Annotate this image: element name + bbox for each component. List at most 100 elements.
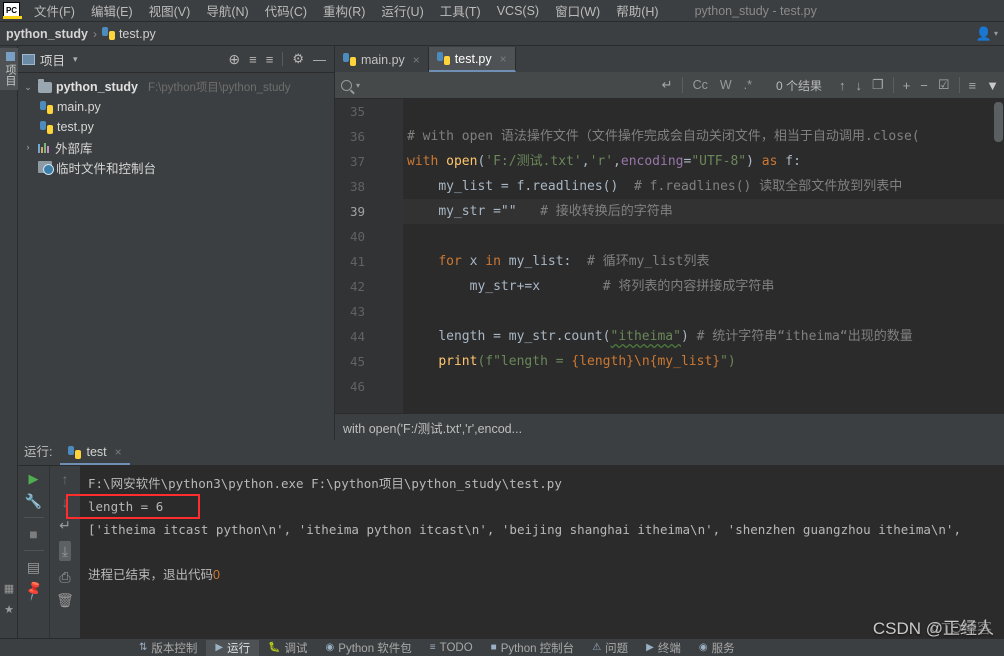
stop-icon[interactable]: ■ [29,527,37,541]
status-tab-terminal[interactable]: ▶ 终端 [637,640,690,656]
python-file-icon [343,53,356,66]
menu-bar: PC 文件(F) 编辑(E) 视图(V) 导航(N) 代码(C) 重构(R) 运… [0,0,1004,22]
tree-item-python-study[interactable]: ⌄ python_study F:\python项目\python_study [18,77,334,97]
rerun-icon[interactable]: ▶ [29,472,39,485]
code-var-mylist: my_list: [509,254,572,269]
hide-panel-icon[interactable]: — [313,52,326,67]
status-tab-problems[interactable]: ⚠ 问题 [583,640,637,656]
close-icon[interactable]: × [500,52,507,66]
filter-list-icon[interactable]: ≡ [964,78,982,93]
run-toolbar-right: ↑ ↓ ↵ ⤓ ⎙ 🗑 [50,466,80,638]
chevron-down-icon[interactable]: ▾ [994,29,998,38]
user-account-icon[interactable]: 👤 [976,26,992,42]
menu-item-refactor[interactable]: 重构(R) [315,0,373,22]
tab-test-py[interactable]: test.py × [429,47,516,72]
structure-panel-icon[interactable]: ▦ [4,582,14,595]
tab-label: main.py [361,53,405,67]
status-tab-python-console[interactable]: ■ Python 控制台 [482,640,584,656]
menu-item-window[interactable]: 窗口(W) [547,0,608,22]
code-line-37: with open('F:/测试.txt','r',encoding="UTF-… [403,149,1004,174]
chevron-down-icon[interactable]: ▾ [356,81,360,90]
locate-icon[interactable]: ⊕ [228,51,240,68]
code-line-36: # with open 语法操作文件（文件操作完成会自动关闭文件，相当于自动调用… [403,124,1004,149]
run-tab-test[interactable]: test × [60,445,129,465]
breadcrumb-file[interactable]: test.py [102,27,156,41]
line-number: 43 [335,299,403,324]
status-tab-python-packages[interactable]: ◉ Python 软件包 [317,640,421,656]
add-occurrence-icon[interactable]: + [898,78,916,93]
print-icon[interactable]: ⎙ [59,570,70,584]
chevron-down-icon[interactable]: ▾ [73,54,78,65]
status-tab-debug[interactable]: 🐛 调试 [259,640,316,656]
code-string-path: 'F:/测试.txt' [485,154,581,169]
menu-item-navigate[interactable]: 导航(N) [198,0,256,22]
window-title: python_study - test.py [695,4,817,18]
soft-wrap-icon[interactable]: ↵ [59,518,71,532]
code-editor[interactable]: 35 36 37 38 39 40 41 42 43 44 45 46 # wi… [335,99,1004,413]
remove-occurrence-icon[interactable]: − [915,78,933,93]
run-panel-header: 运行: test × [18,440,1004,466]
close-icon[interactable]: × [115,445,122,459]
tab-main-py[interactable]: main.py × [335,47,429,72]
match-case-toggle[interactable]: Cc [687,78,714,92]
tree-item-test-py[interactable]: test.py [18,117,334,137]
favorites-panel-icon[interactable]: ★ [4,603,14,638]
scratches-icon [38,161,52,173]
chevron-down-icon[interactable]: ⌄ [22,82,34,93]
breadcrumb-project[interactable]: python_study [0,27,88,41]
close-icon[interactable]: × [413,53,420,67]
chevron-right-icon[interactable]: › [22,142,34,152]
menu-item-vcs[interactable]: VCS(S) [489,2,547,20]
menu-item-view[interactable]: 视图(V) [141,0,199,22]
layout-icon[interactable]: ▤ [27,560,40,574]
scroll-up-icon[interactable]: ↑ [62,472,69,486]
tree-item-scratches[interactable]: 临时文件和控制台 [18,157,334,177]
select-occurrence-icon[interactable]: ☑ [933,77,955,93]
console-output-list: ['itheima itcast python\n', 'itheima pyt… [88,518,1004,541]
breadcrumb-separator: › [88,27,102,41]
code-keyword-with: with [407,154,438,169]
menu-item-tools[interactable]: 工具(T) [432,0,489,22]
scroll-to-end-icon[interactable]: ⤓ [59,541,71,561]
menu-item-run[interactable]: 运行(U) [373,0,431,22]
line-number: 35 [335,99,403,124]
menu-item-help[interactable]: 帮助(H) [608,0,666,22]
search-history-icon[interactable]: ↵ [657,77,678,93]
code-func-print: print [438,354,477,369]
editor-scrollbar[interactable] [994,102,1003,142]
run-console-output[interactable]: F:\网安软件\python3\python.exe F:\python项目\p… [80,466,1004,638]
settings-gear-icon[interactable]: ⚙ [292,51,304,67]
line-number: 37 [335,149,403,174]
code-statement: my_str ="" [438,204,516,219]
sidebar-tab-project[interactable]: 项目 [0,48,20,90]
collapse-all-icon[interactable]: ≡ [266,52,274,67]
regex-toggle[interactable]: .* [738,78,758,92]
search-input[interactable]: ▾ [341,75,657,96]
menu-item-edit[interactable]: 编辑(E) [83,0,141,22]
editor-breadcrumb-label[interactable]: with open('F:/测试.txt','r',encod... [343,418,522,437]
clear-all-icon[interactable]: 🗑 [56,593,74,607]
debug-icon: 🐛 [268,642,280,653]
line-number: 39 [335,199,403,224]
find-previous-icon[interactable]: ↑ [834,78,851,93]
settings-wrench-icon[interactable]: 🔧 [25,494,42,508]
status-tab-todo[interactable]: ≡ TODO [421,642,482,654]
menu-item-code[interactable]: 代码(C) [257,0,315,22]
find-next-icon[interactable]: ↓ [851,78,868,93]
run-panel-body: ▶ 🔧 ■ ▤ 📌 ↑ ↓ ↵ ⤓ ⎙ 🗑 F:\网安软件\python3\py… [18,466,1004,638]
filter-icon[interactable]: ▼ [981,78,1004,93]
pin-tab-icon[interactable]: 📌 [22,580,44,601]
expand-all-icon[interactable]: ≡ [249,52,257,67]
navbar-right-controls: 👤 ▾ [976,26,1004,42]
tree-item-external-libraries[interactable]: › 外部库 [18,137,334,157]
console-exit-code: 0 [213,568,220,582]
menu-item-file[interactable]: 文件(F) [26,0,83,22]
select-all-occurrences-icon[interactable]: ❐ [867,77,889,93]
whole-words-toggle[interactable]: W [714,78,738,92]
line-number: 41 [335,249,403,274]
status-tab-services[interactable]: ◉ 服务 [690,640,744,656]
tree-item-main-py[interactable]: main.py [18,97,334,117]
code-keyword-for: for [438,254,461,269]
status-tab-run[interactable]: ▶ 运行 [206,640,259,656]
status-tab-version-control[interactable]: ⇅ 版本控制 [130,640,206,656]
